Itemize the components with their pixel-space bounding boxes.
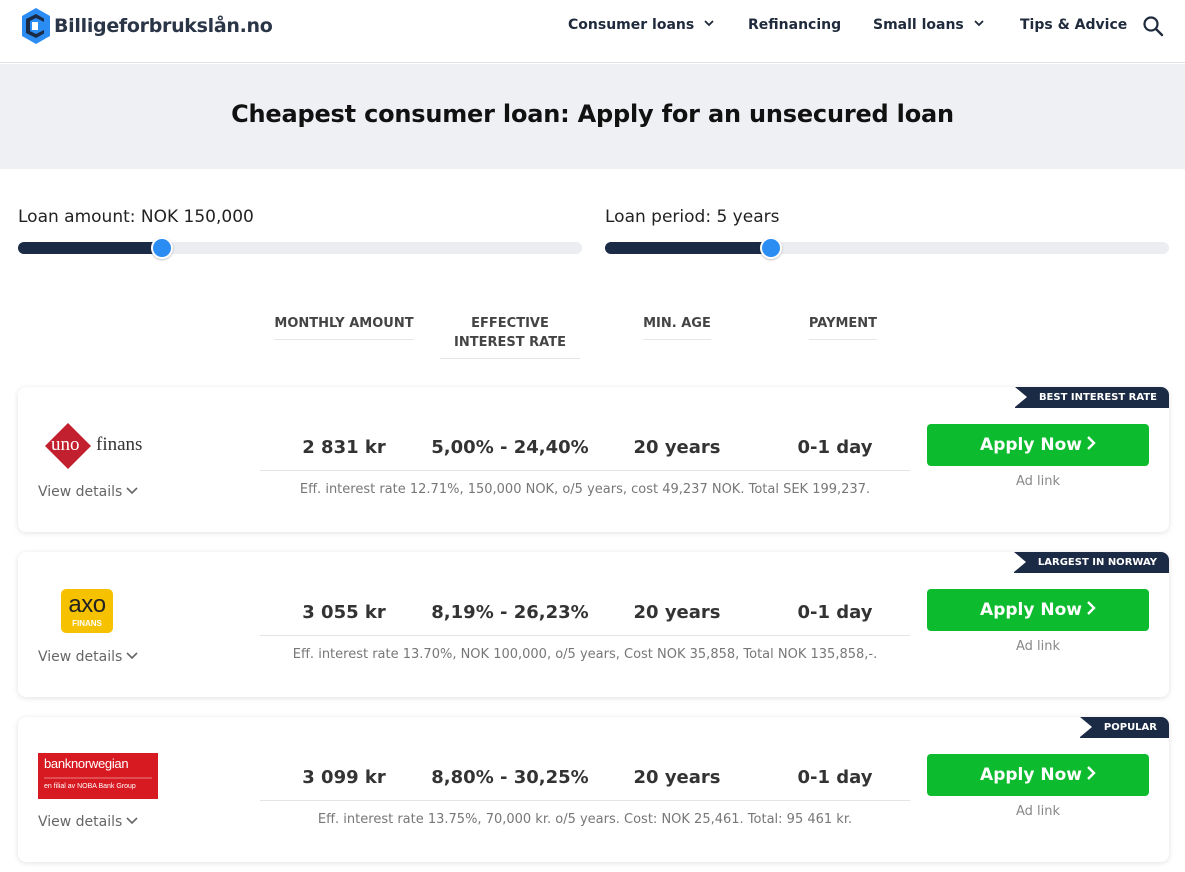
- nav-refinancing-label: Refinancing: [748, 17, 842, 33]
- fineprint: Eff. interest rate 13.75%, 70,000 kr. o/…: [317, 812, 853, 827]
- row-divider: [260, 800, 910, 801]
- row-divider: [260, 635, 910, 636]
- apply-now-label: Apply Now: [980, 765, 1082, 785]
- monthly-amount: 3 099 kr: [302, 767, 386, 788]
- axo-finans-logo-text-b: FINANS: [72, 619, 102, 628]
- monthly-amount: 2 831 kr: [302, 437, 386, 458]
- fineprint: Eff. interest rate 13.70%, NOK 100,000, …: [292, 647, 878, 662]
- chevron-right-icon: [1087, 601, 1096, 615]
- nav-small-loans-label: Small loans: [873, 17, 964, 33]
- effective-rate: 8,19% - 26,23%: [431, 602, 589, 623]
- view-details-label: View details: [38, 649, 123, 665]
- axo-finans-logo[interactable]: axo FINANS: [38, 588, 158, 634]
- chevron-down-icon: [704, 20, 714, 27]
- chevron-down-icon: [126, 652, 138, 660]
- loan-amount-slider[interactable]: [18, 237, 582, 259]
- view-details-label: View details: [38, 814, 123, 830]
- effective-rate: 5,00% - 24,40%: [431, 437, 589, 458]
- offer-card: LARGEST IN NORWAY axo FINANS View detail…: [18, 552, 1169, 697]
- row-divider: [260, 470, 910, 471]
- page-title: Cheapest consumer loan: Apply for an uns…: [231, 100, 954, 128]
- view-details-link[interactable]: View details: [38, 649, 138, 665]
- nav-consumer-loans[interactable]: Consumer loans: [568, 17, 714, 33]
- uno-finans-logo[interactable]: uno finans: [38, 423, 158, 469]
- min-age: 20 years: [633, 602, 721, 623]
- apply-now-button[interactable]: Apply Now: [927, 424, 1149, 466]
- column-header-min-age: MIN. AGE: [612, 314, 742, 340]
- apply-now-button[interactable]: Apply Now: [927, 754, 1149, 796]
- apply-now-label: Apply Now: [980, 600, 1082, 620]
- bank-norwegian-logo[interactable]: banknorwegian en filial av NOBA Bank Gro…: [38, 753, 158, 799]
- logo-mark-icon: [22, 8, 50, 44]
- search-icon[interactable]: [1142, 15, 1164, 37]
- column-header-payment: PAYMENT: [778, 314, 908, 340]
- site-header: Billigeforbrukslån.no Consumer loans Ref…: [0, 0, 1185, 63]
- nav-consumer-loans-label: Consumer loans: [568, 17, 695, 33]
- view-details-link[interactable]: View details: [38, 484, 138, 500]
- loan-period-thumb[interactable]: [760, 237, 782, 259]
- column-header-rate: EFFECTIVE INTEREST RATE: [430, 314, 590, 359]
- apply-now-label: Apply Now: [980, 435, 1082, 455]
- offer-ribbon: BEST INTEREST RATE: [1014, 387, 1169, 408]
- loan-amount-thumb[interactable]: [151, 237, 173, 259]
- offer-ribbon: LARGEST IN NORWAY: [1013, 552, 1169, 573]
- column-header-monthly: MONTHLY AMOUNT: [264, 314, 424, 340]
- loan-period-slider[interactable]: [605, 237, 1169, 259]
- uno-finans-logo-text-a: uno: [51, 434, 80, 455]
- loan-period-label: Loan period: 5 years: [605, 207, 780, 227]
- bank-norwegian-logo-text-b: en filial av NOBA Bank Group: [44, 783, 136, 790]
- nav-small-loans[interactable]: Small loans: [873, 17, 984, 33]
- view-details-link[interactable]: View details: [38, 814, 138, 830]
- chevron-down-icon: [974, 20, 984, 27]
- ad-link[interactable]: Ad link: [927, 804, 1149, 819]
- axo-finans-logo-text-a: axo: [68, 591, 106, 618]
- payment-time: 0-1 day: [797, 602, 873, 623]
- monthly-amount: 3 055 kr: [302, 602, 386, 623]
- site-logo[interactable]: Billigeforbrukslån.no: [22, 8, 273, 44]
- loan-amount-fill: [18, 242, 162, 254]
- payment-time: 0-1 day: [797, 767, 873, 788]
- nav-refinancing[interactable]: Refinancing: [748, 17, 841, 33]
- ad-link[interactable]: Ad link: [927, 639, 1149, 654]
- ad-link[interactable]: Ad link: [927, 474, 1149, 489]
- chevron-right-icon: [1087, 766, 1096, 780]
- min-age: 20 years: [633, 437, 721, 458]
- bank-norwegian-logo-text-a: banknorwegian: [44, 756, 129, 771]
- fineprint: Eff. interest rate 12.71%, 150,000 NOK, …: [299, 482, 871, 497]
- nav-tips-advice[interactable]: Tips & Advice: [1020, 17, 1127, 33]
- nav-tips-advice-label: Tips & Advice: [1020, 17, 1128, 33]
- offer-card: POPULAR banknorwegian en filial av NOBA …: [18, 717, 1169, 862]
- min-age: 20 years: [633, 767, 721, 788]
- apply-now-button[interactable]: Apply Now: [927, 589, 1149, 631]
- uno-finans-logo-text-b: finans: [96, 434, 143, 455]
- effective-rate: 8,80% - 30,25%: [431, 767, 589, 788]
- chevron-right-icon: [1087, 436, 1096, 450]
- logo-text: Billigeforbrukslån.no: [54, 15, 273, 37]
- chevron-down-icon: [126, 487, 138, 495]
- payment-time: 0-1 day: [797, 437, 873, 458]
- view-details-label: View details: [38, 484, 123, 500]
- hero-banner: Cheapest consumer loan: Apply for an uns…: [0, 64, 1185, 169]
- offer-card: BEST INTEREST RATE uno finans View detai…: [18, 387, 1169, 532]
- offer-ribbon: POPULAR: [1079, 717, 1169, 738]
- chevron-down-icon: [126, 817, 138, 825]
- loan-period-fill: [605, 242, 771, 254]
- loan-amount-label: Loan amount: NOK 150,000: [18, 207, 254, 227]
